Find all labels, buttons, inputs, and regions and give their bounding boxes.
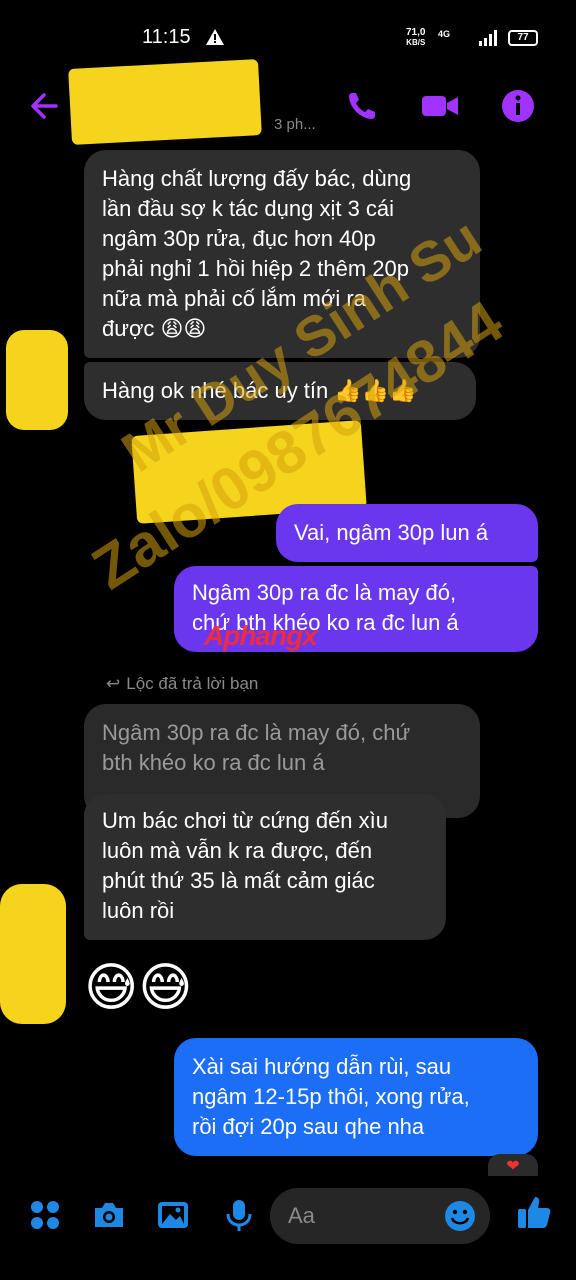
battery-indicator: 77: [508, 30, 538, 46]
warning-icon: [206, 29, 224, 45]
camera-icon[interactable]: [92, 1198, 126, 1232]
emoji-message[interactable]: 😅😅: [84, 956, 192, 1020]
thumbs-up-icon[interactable]: [516, 1194, 552, 1230]
watermark-logo: Aphangx: [204, 620, 318, 651]
back-arrow-icon[interactable]: [26, 88, 66, 124]
outgoing-message[interactable]: Vai, ngâm 30p lun á: [276, 504, 538, 562]
gallery-icon[interactable]: [156, 1198, 190, 1232]
heart-reaction[interactable]: ❤: [488, 1154, 538, 1178]
outgoing-message[interactable]: Xài sai hướng dẫn rùi, sau ngâm 12-15p t…: [174, 1038, 538, 1156]
menu-grid-icon[interactable]: [28, 1198, 62, 1232]
incoming-message[interactable]: Um bác chơi từ cứng đến xìu luôn mà vẫn …: [84, 794, 446, 940]
reply-arrow-icon: ↩: [106, 674, 121, 693]
status-bar: 11:15 71,0 KB/S 4G 77: [0, 0, 576, 76]
redacted-contact-name: [68, 59, 262, 145]
network-speed: 71,0 KB/S: [406, 27, 426, 48]
emoji-picker-icon[interactable]: [444, 1200, 476, 1232]
message-input[interactable]: [288, 1198, 438, 1234]
seen-time: 3 ph...: [274, 116, 316, 133]
redacted-avatar: [6, 330, 68, 430]
redacted-avatar: [0, 884, 66, 1024]
signal-icon: [479, 30, 497, 46]
microphone-icon[interactable]: [222, 1198, 256, 1232]
network-type: 4G: [438, 29, 451, 39]
reply-indicator: ↩ Lộc đã trả lời bạn: [106, 674, 259, 693]
info-icon[interactable]: [498, 88, 538, 124]
video-call-icon[interactable]: [420, 88, 460, 124]
message-composer: [0, 1176, 576, 1280]
status-time: 11:15: [142, 26, 191, 48]
message-input-container[interactable]: [270, 1188, 490, 1244]
phone-icon[interactable]: [344, 88, 384, 124]
